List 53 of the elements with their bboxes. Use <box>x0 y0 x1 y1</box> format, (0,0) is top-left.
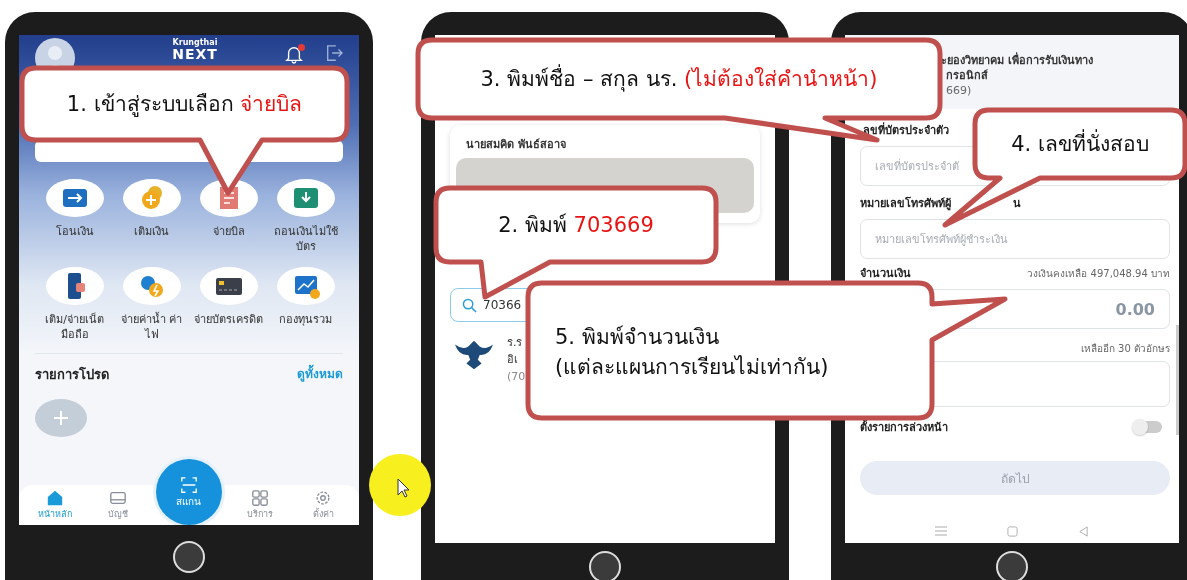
home-icon <box>45 489 64 507</box>
account-icon <box>108 489 127 507</box>
account-name: นายสมคิด พันธ์สอาจ <box>465 137 567 153</box>
eagle-emblem-icon <box>455 338 493 370</box>
field-label: จำนวนเงิน <box>860 266 911 282</box>
mobile-icon <box>45 267 104 305</box>
phone-field[interactable]: หมายเลขโทรศัพท์ผู้ชำระเงิน <box>860 219 1170 259</box>
callout-text: 3. พิมพ์ชื่อ – สกุล นร. (ไม่ต้องใส่คำนำหน้า) <box>480 64 878 94</box>
callout-text: 1. เข้าสู่ระบบเลือก จ่ายบิล <box>66 91 303 119</box>
biller-text: กรอนิกส์ <box>945 68 989 83</box>
home-button[interactable] <box>173 541 205 573</box>
balance-text: วงเงินคงเหลือ 497,048.94 บาท <box>1027 267 1170 281</box>
biller-text: 669) <box>945 83 973 98</box>
home-button[interactable] <box>996 551 1028 580</box>
bell-icon[interactable] <box>285 44 303 64</box>
cursor-highlight <box>368 453 432 517</box>
biller-text: ะยองวิทยาคม เพื่อการรับเงินทาง <box>941 53 1094 68</box>
character-count: เหลืออีก 30 ตัวอักษร <box>1080 342 1170 356</box>
field-label: ลขที่บัตรประจำตัว <box>862 121 950 139</box>
callout-text: 2. พิมพ์ 703669 <box>498 212 654 239</box>
menu-item[interactable]: กองทุนรวม <box>267 267 344 349</box>
card-icon <box>199 267 258 305</box>
callout-text: 4. เลขที่นั่งสอบ <box>1011 129 1149 159</box>
fund-icon <box>276 267 335 305</box>
scan-icon <box>179 475 198 494</box>
menu-item[interactable]: โอนเงิน <box>36 179 113 261</box>
field-label: น <box>1013 196 1021 212</box>
toggle-switch[interactable] <box>1134 421 1162 433</box>
cardless-icon <box>276 179 335 217</box>
transfer-icon <box>45 179 104 217</box>
field-label: หมายเลขโทรศัพท์ผู้ <box>860 195 951 212</box>
menu-item[interactable]: เติมเงิน <box>113 179 190 261</box>
menu-item[interactable]: จ่ายบัตรเครดิต <box>190 267 267 349</box>
utility-icon <box>122 267 181 305</box>
menu-item[interactable]: ถอนเงินไม่ใช้บัตร <box>267 179 344 261</box>
app-logo: NEXT <box>172 47 218 62</box>
home-button[interactable] <box>589 551 621 580</box>
callout-text: (แต่ละแผนการเรียนไม่เท่ากัน) <box>555 354 829 381</box>
result-text: (70 <box>507 369 526 385</box>
menu-item[interactable]: เติม/จ่ายเน็ต มือถือ <box>36 267 113 349</box>
brand-name: Krungthai <box>172 38 218 47</box>
topup-icon <box>122 179 181 217</box>
menu-item[interactable]: จ่ายค่าน้ำ ค่าไฟ <box>113 267 190 349</box>
result-text: อิเ <box>507 352 519 368</box>
plus-icon <box>53 410 69 426</box>
logout-icon[interactable] <box>325 44 343 62</box>
field-label: ตั้งรายการล่วงหน้า <box>860 419 948 436</box>
search-icon <box>462 298 477 313</box>
result-text: ร.ร <box>507 335 524 351</box>
section-title: รายการโปรด <box>35 366 109 384</box>
callout-text: 5. พิมพ์จำนวนเงิน <box>555 324 719 351</box>
services-icon <box>251 489 270 507</box>
nav-tab[interactable]: บริการ <box>235 489 286 521</box>
